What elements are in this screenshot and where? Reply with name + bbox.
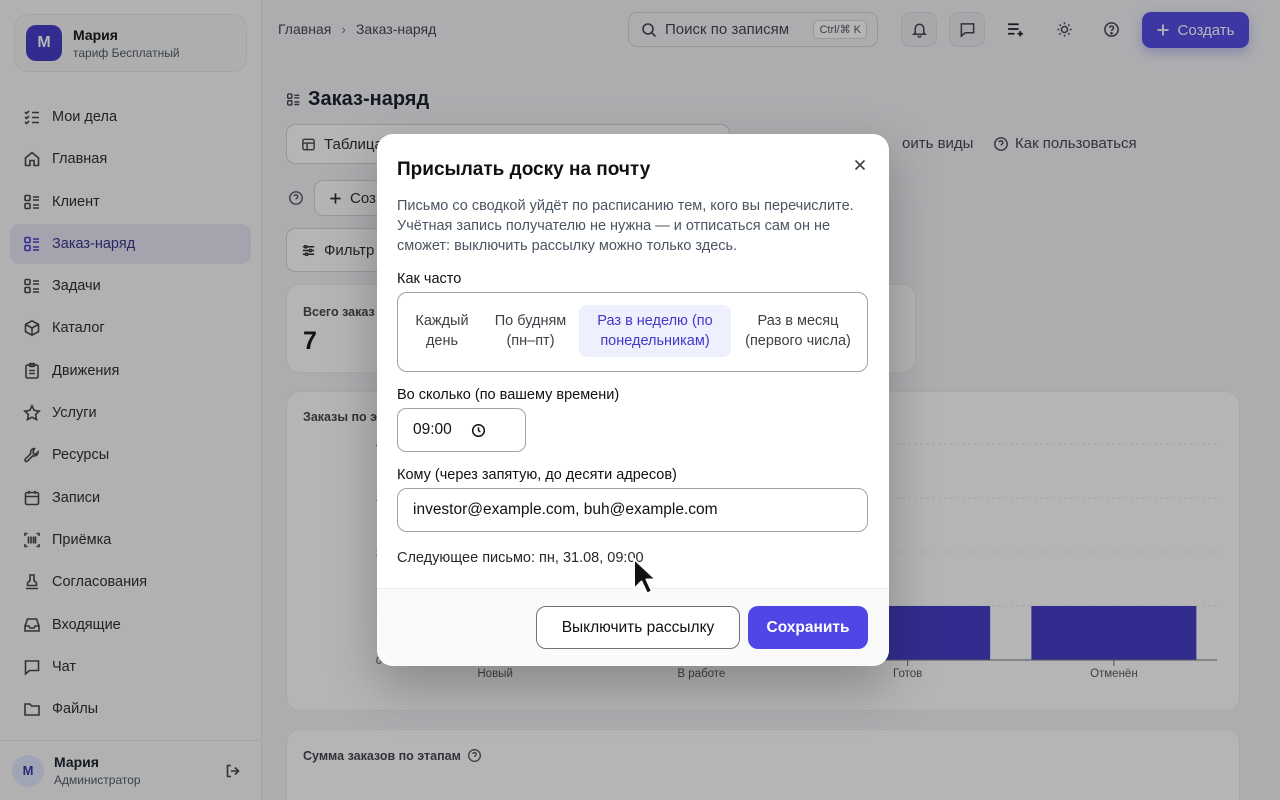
close-icon[interactable]: [851, 156, 869, 174]
clock-icon[interactable]: [471, 423, 486, 438]
frequency-option-monthly[interactable]: Раз в месяц (первого числа): [740, 305, 856, 357]
time-value: 09:00: [413, 421, 452, 438]
time-label: Во сколько (по вашему времени): [397, 387, 620, 403]
save-button[interactable]: Сохранить: [748, 606, 868, 649]
recipients-value: investor@example.com, buh@example.com: [413, 501, 718, 518]
recipients-label: Кому (через запятую, до десяти адресов): [397, 467, 677, 483]
frequency-selector: Каждый день По будням (пн–пт) Раз в неде…: [397, 292, 868, 372]
next-letter-text: Следующее письмо: пн, 31.08, 09:00: [397, 550, 644, 566]
recipients-input[interactable]: investor@example.com, buh@example.com: [397, 488, 868, 532]
frequency-option-weekly[interactable]: Раз в неделю (по понедельникам): [579, 305, 731, 357]
dialog-title: Присылать доску на почту: [397, 159, 651, 180]
dialog-footer: Выключить рассылку Сохранить: [377, 588, 889, 666]
disable-mailing-button[interactable]: Выключить рассылку: [536, 606, 740, 649]
frequency-label: Как часто: [397, 271, 462, 287]
frequency-option-daily[interactable]: Каждый день: [404, 305, 480, 357]
time-input[interactable]: 09:00: [397, 408, 526, 452]
dialog-description: Письмо со сводкой уйдёт по расписанию те…: [397, 198, 854, 254]
frequency-option-weekdays[interactable]: По будням (пн–пт): [491, 305, 570, 357]
mouse-cursor-icon: [633, 558, 657, 595]
